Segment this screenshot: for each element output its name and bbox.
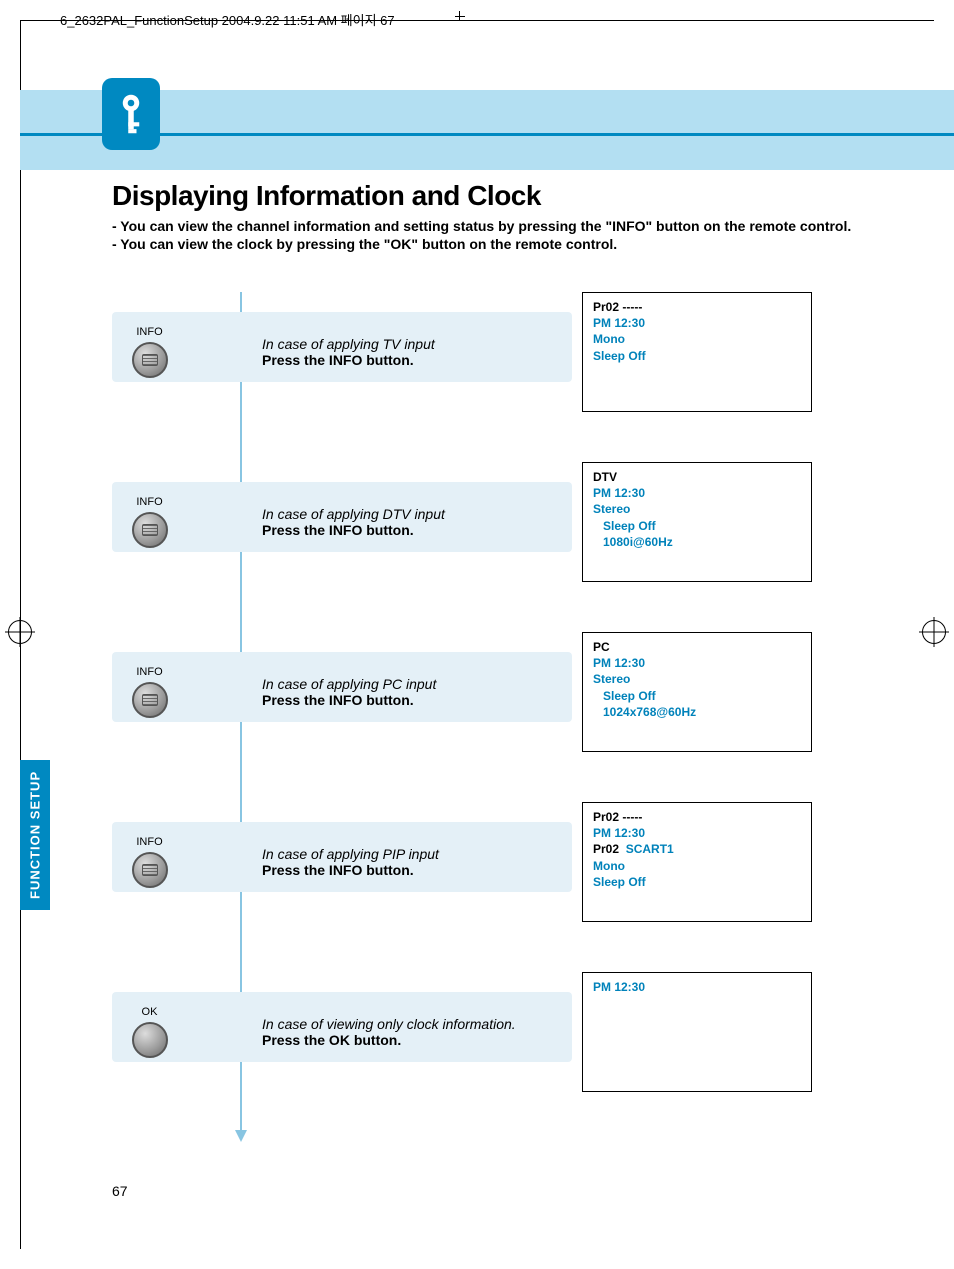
info-button-icon: INFO — [112, 496, 187, 548]
step-case-text: In case of applying PC input — [262, 676, 436, 692]
remote-button-graphic — [132, 512, 168, 548]
osd-line: PM 12:30 — [593, 655, 801, 671]
osd-line: 1080i@60Hz — [593, 534, 801, 550]
osd-line: Mono — [593, 858, 801, 874]
osd-line: Stereo — [593, 501, 801, 517]
ok-button-icon: OK — [112, 1006, 187, 1058]
osd-line: Pr02 ----- — [593, 809, 801, 825]
osd-result-box: PM 12:30 — [582, 972, 812, 1092]
button-label: INFO — [112, 326, 187, 338]
osd-line: Pr02 SCART1 — [593, 841, 801, 857]
osd-line: Sleep Off — [593, 688, 801, 704]
osd-line: PM 12:30 — [593, 315, 801, 331]
remote-button-graphic — [132, 852, 168, 888]
info-button-icon: INFO — [112, 666, 187, 718]
page-title: Displaying Information and Clock — [112, 180, 894, 212]
info-button-icon: INFO — [112, 836, 187, 888]
button-label: OK — [112, 1006, 187, 1018]
step-action-text: Press the INFO button. — [262, 862, 439, 878]
button-label: INFO — [112, 666, 187, 678]
osd-result-box: PCPM 12:30StereoSleep Off1024x768@60Hz — [582, 632, 812, 752]
step-action-text: Press the OK button. — [262, 1032, 516, 1048]
step-row: INFO In case of applying PIP inputPress t… — [112, 802, 894, 922]
registration-mark-right — [922, 620, 946, 644]
step-action-text: Press the INFO button. — [262, 522, 445, 538]
step-action-text: Press the INFO button. — [262, 352, 435, 368]
header-blue-line — [20, 133, 954, 136]
osd-result-box: Pr02 -----PM 12:30MonoSleep Off — [582, 292, 812, 412]
osd-line: Sleep Off — [593, 348, 801, 364]
intro-line-1: - You can view the channel information a… — [112, 218, 894, 234]
page-number: 67 — [112, 1183, 128, 1199]
step-action-text: Press the INFO button. — [262, 692, 436, 708]
osd-line: Pr02 ----- — [593, 299, 801, 315]
osd-result-box: DTVPM 12:30StereoSleep Off1080i@60Hz — [582, 462, 812, 582]
intro-line-2: - You can view the clock by pressing the… — [112, 236, 894, 252]
step-case-text: In case of applying DTV input — [262, 506, 445, 522]
osd-line: Sleep Off — [593, 874, 801, 890]
osd-line: PC — [593, 639, 801, 655]
step-row: INFO In case of applying PC inputPress th… — [112, 632, 894, 752]
step-row: OK In case of viewing only clock informat… — [112, 972, 894, 1092]
step-case-text: In case of applying PIP input — [262, 846, 439, 862]
osd-line: PM 12:30 — [593, 825, 801, 841]
steps-list: INFOIn case of applying TV inputPress th… — [112, 292, 894, 1092]
osd-line: Sleep Off — [593, 518, 801, 534]
osd-result-box: Pr02 -----PM 12:30Pr02 SCART1MonoSleep O… — [582, 802, 812, 922]
registration-mark-left — [8, 620, 32, 644]
osd-line: DTV — [593, 469, 801, 485]
step-row: INFO In case of applying TV inputPress th… — [112, 292, 894, 412]
button-label: INFO — [112, 496, 187, 508]
info-button-icon: INFO — [112, 326, 187, 378]
side-tab-function-setup: FUNCTION SETUP — [20, 760, 50, 910]
osd-line: 1024x768@60Hz — [593, 704, 801, 720]
remote-button-graphic — [132, 342, 168, 378]
remote-button-graphic — [132, 682, 168, 718]
osd-line: PM 12:30 — [593, 485, 801, 501]
header-blue-band — [20, 90, 954, 170]
key-icon-tab — [102, 78, 160, 150]
flow-arrow-icon — [235, 1130, 247, 1142]
osd-line: Stereo — [593, 671, 801, 687]
step-case-text: In case of viewing only clock informatio… — [262, 1016, 516, 1032]
remote-button-graphic — [132, 1022, 168, 1058]
step-row: INFO In case of applying DTV inputPress t… — [112, 462, 894, 582]
button-label: INFO — [112, 836, 187, 848]
osd-line: Mono — [593, 331, 801, 347]
step-case-text: In case of applying TV input — [262, 336, 435, 352]
osd-line: PM 12:30 — [593, 979, 801, 995]
crop-line-top — [20, 20, 934, 21]
key-icon — [114, 92, 148, 136]
